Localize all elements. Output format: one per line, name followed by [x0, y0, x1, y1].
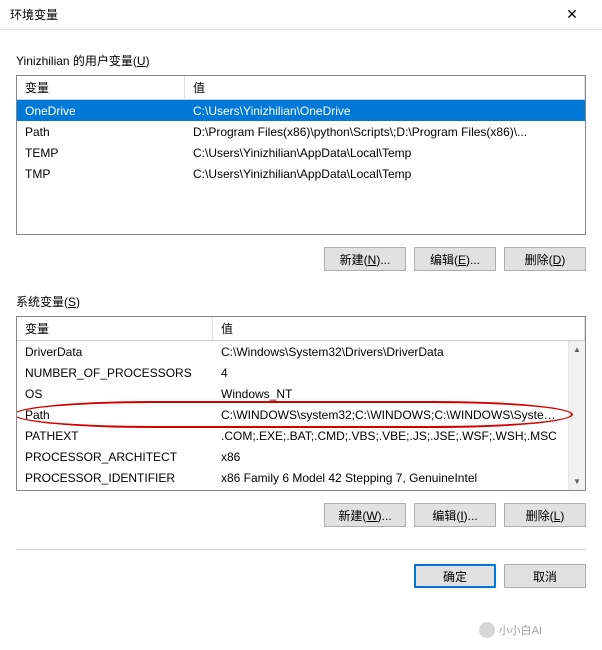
- system-vars-header: 变量 值: [17, 317, 585, 341]
- user-delete-button[interactable]: 删除(D): [504, 247, 586, 271]
- window-title: 环境变量: [10, 6, 552, 23]
- user-vars-body[interactable]: OneDriveC:\Users\Yinizhilian\OneDrivePat…: [17, 100, 585, 234]
- var-name: PROCESSOR_ARCHITECT: [17, 450, 213, 464]
- system-delete-button[interactable]: 删除(L): [504, 503, 586, 527]
- var-name: Path: [17, 408, 213, 422]
- table-row[interactable]: PROCESSOR_ARCHITECTx86: [17, 446, 585, 467]
- scroll-down-icon[interactable]: ▼: [569, 473, 585, 490]
- user-edit-button[interactable]: 编辑(E)...: [414, 247, 496, 271]
- scrollbar[interactable]: ▲ ▼: [568, 341, 585, 490]
- user-vars-header: 变量 值: [17, 76, 585, 100]
- system-vars-buttons: 新建(W)... 编辑(I)... 删除(L): [16, 503, 586, 527]
- var-value: x86 Family 6 Model 42 Stepping 7, Genuin…: [213, 471, 568, 485]
- var-name: OS: [17, 387, 213, 401]
- ok-button[interactable]: 确定: [414, 564, 496, 588]
- col-value-header[interactable]: 值: [213, 317, 585, 340]
- var-value: D:\Program Files(x86)\python\Scripts\;D:…: [185, 125, 585, 139]
- table-row[interactable]: DriverDataC:\Windows\System32\Drivers\Dr…: [17, 341, 585, 362]
- system-vars-label: 系统变量(S): [16, 293, 586, 310]
- table-row[interactable]: OneDriveC:\Users\Yinizhilian\OneDrive: [17, 100, 585, 121]
- user-vars-label: Yinizhilian 的用户变量(U): [16, 52, 586, 69]
- col-name-header[interactable]: 变量: [17, 76, 185, 99]
- system-vars-section: 系统变量(S) 变量 值 DriverDataC:\Windows\System…: [16, 293, 586, 491]
- var-value: C:\Windows\System32\Drivers\DriverData: [213, 345, 568, 359]
- scroll-track[interactable]: [569, 358, 585, 473]
- var-name: PROCESSOR_IDENTIFIER: [17, 471, 213, 485]
- table-row[interactable]: TMPC:\Users\Yinizhilian\AppData\Local\Te…: [17, 163, 585, 184]
- var-value: 4: [213, 366, 568, 380]
- table-row[interactable]: TEMPC:\Users\Yinizhilian\AppData\Local\T…: [17, 142, 585, 163]
- watermark: 小小白AI: [479, 622, 542, 638]
- watermark-icon: [479, 622, 495, 638]
- var-value: x86: [213, 450, 568, 464]
- table-row[interactable]: PATHEXT.COM;.EXE;.BAT;.CMD;.VBS;.VBE;.JS…: [17, 425, 585, 446]
- user-vars-section: Yinizhilian 的用户变量(U) 变量 值 OneDriveC:\Use…: [16, 52, 586, 235]
- table-row[interactable]: PathC:\WINDOWS\system32;C:\WINDOWS;C:\WI…: [17, 404, 585, 425]
- var-name: Path: [17, 125, 185, 139]
- close-button[interactable]: ✕: [552, 0, 592, 30]
- table-row[interactable]: PathD:\Program Files(x86)\python\Scripts…: [17, 121, 585, 142]
- user-new-button[interactable]: 新建(N)...: [324, 247, 406, 271]
- var-name: PATHEXT: [17, 429, 213, 443]
- user-vars-list[interactable]: 变量 值 OneDriveC:\Users\Yinizhilian\OneDri…: [16, 75, 586, 235]
- var-value: C:\Users\Yinizhilian\AppData\Local\Temp: [185, 146, 585, 160]
- footer: 确定 取消: [0, 550, 602, 602]
- var-name: NUMBER_OF_PROCESSORS: [17, 366, 213, 380]
- var-name: OneDrive: [17, 104, 185, 118]
- table-row[interactable]: PROCESSOR_IDENTIFIERx86 Family 6 Model 4…: [17, 467, 585, 488]
- var-value: C:\WINDOWS\system32;C:\WINDOWS;C:\WINDOW…: [213, 408, 568, 422]
- col-name-header[interactable]: 变量: [17, 317, 213, 340]
- system-vars-body[interactable]: DriverDataC:\Windows\System32\Drivers\Dr…: [17, 341, 585, 490]
- var-value: C:\Users\Yinizhilian\OneDrive: [185, 104, 585, 118]
- var-name: DriverData: [17, 345, 213, 359]
- table-row[interactable]: NUMBER_OF_PROCESSORS4: [17, 362, 585, 383]
- col-value-header[interactable]: 值: [185, 76, 585, 99]
- var-value: .COM;.EXE;.BAT;.CMD;.VBS;.VBE;.JS;.JSE;.…: [213, 429, 568, 443]
- watermark-text: 小小白AI: [499, 622, 542, 638]
- user-vars-buttons: 新建(N)... 编辑(E)... 删除(D): [16, 247, 586, 271]
- system-vars-list[interactable]: 变量 值 DriverDataC:\Windows\System32\Drive…: [16, 316, 586, 491]
- var-name: TEMP: [17, 146, 185, 160]
- scroll-up-icon[interactable]: ▲: [569, 341, 585, 358]
- titlebar: 环境变量 ✕: [0, 0, 602, 30]
- cancel-button[interactable]: 取消: [504, 564, 586, 588]
- var-value: C:\Users\Yinizhilian\AppData\Local\Temp: [185, 167, 585, 181]
- var-value: Windows_NT: [213, 387, 568, 401]
- table-row[interactable]: OSWindows_NT: [17, 383, 585, 404]
- system-edit-button[interactable]: 编辑(I)...: [414, 503, 496, 527]
- system-new-button[interactable]: 新建(W)...: [324, 503, 406, 527]
- var-name: TMP: [17, 167, 185, 181]
